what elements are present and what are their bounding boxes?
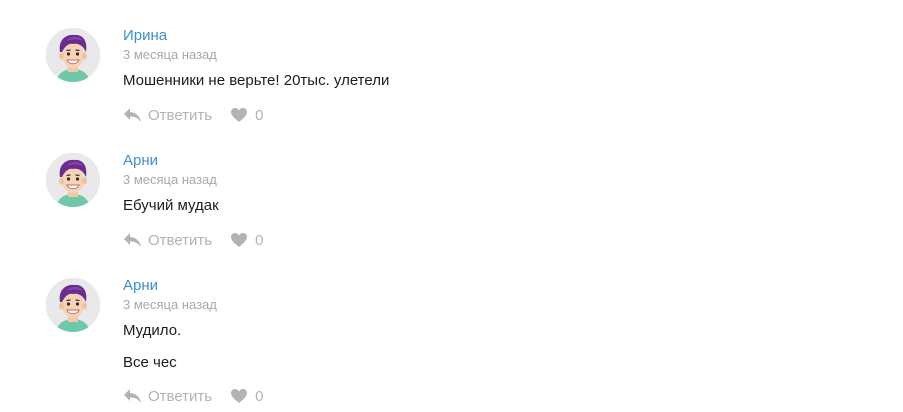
reply-label: Ответить [148, 231, 213, 249]
reply-button[interactable]: Ответить [123, 107, 212, 124]
comment-text: Все чес [123, 354, 177, 371]
avatar[interactable] [46, 153, 100, 207]
heart-icon [231, 233, 248, 247]
like-count: 0 [255, 231, 264, 249]
cartoon-man-avatar-icon [46, 278, 100, 332]
like-button[interactable]: 0 [230, 107, 263, 124]
comment-time: 3 месяца назад [123, 297, 217, 312]
like-count: 0 [255, 106, 264, 124]
comments-list: Ирина 3 месяца назад Мошенники не верьте… [0, 0, 903, 412]
reply-button[interactable]: Ответить [123, 232, 212, 249]
reply-arrow-icon [124, 108, 141, 122]
comment-text: Мошенники не верьте! 20тыс. улетели [123, 72, 390, 89]
heart-icon [231, 108, 248, 122]
comment-body: Ирина 3 месяца назад Мошенники не верьте… [123, 27, 823, 124]
comment-actions: Ответить 0 [123, 230, 263, 250]
avatar[interactable] [46, 278, 100, 332]
comment-time: 3 месяца назад [123, 172, 217, 187]
like-count: 0 [255, 387, 264, 405]
cartoon-man-avatar-icon [46, 28, 100, 82]
like-button[interactable]: 0 [230, 388, 263, 405]
avatar[interactable] [46, 28, 100, 82]
reply-button[interactable]: Ответить [123, 388, 212, 405]
reply-arrow-icon [124, 233, 141, 247]
reply-arrow-icon [124, 389, 141, 403]
comment-actions: Ответить 0 [123, 386, 263, 406]
cartoon-man-avatar-icon [46, 153, 100, 207]
comment-actions: Ответить 0 [123, 105, 263, 125]
comment-author[interactable]: Арни [123, 152, 823, 170]
comment-author[interactable]: Арни [123, 277, 823, 295]
comment-text: Мудило. [123, 322, 182, 339]
heart-icon [231, 389, 248, 403]
like-button[interactable]: 0 [230, 232, 263, 249]
comment-body: Арни 3 месяца назад Ебучий мудак Ответит… [123, 152, 823, 249]
comment-text: Ебучий мудак [123, 197, 219, 214]
reply-label: Ответить [148, 387, 213, 405]
reply-label: Ответить [148, 106, 213, 124]
comment-body: Арни 3 месяца назад Мудило. Все чес Отве… [123, 277, 823, 405]
comment-time: 3 месяца назад [123, 47, 217, 62]
comment-author[interactable]: Ирина [123, 27, 823, 45]
